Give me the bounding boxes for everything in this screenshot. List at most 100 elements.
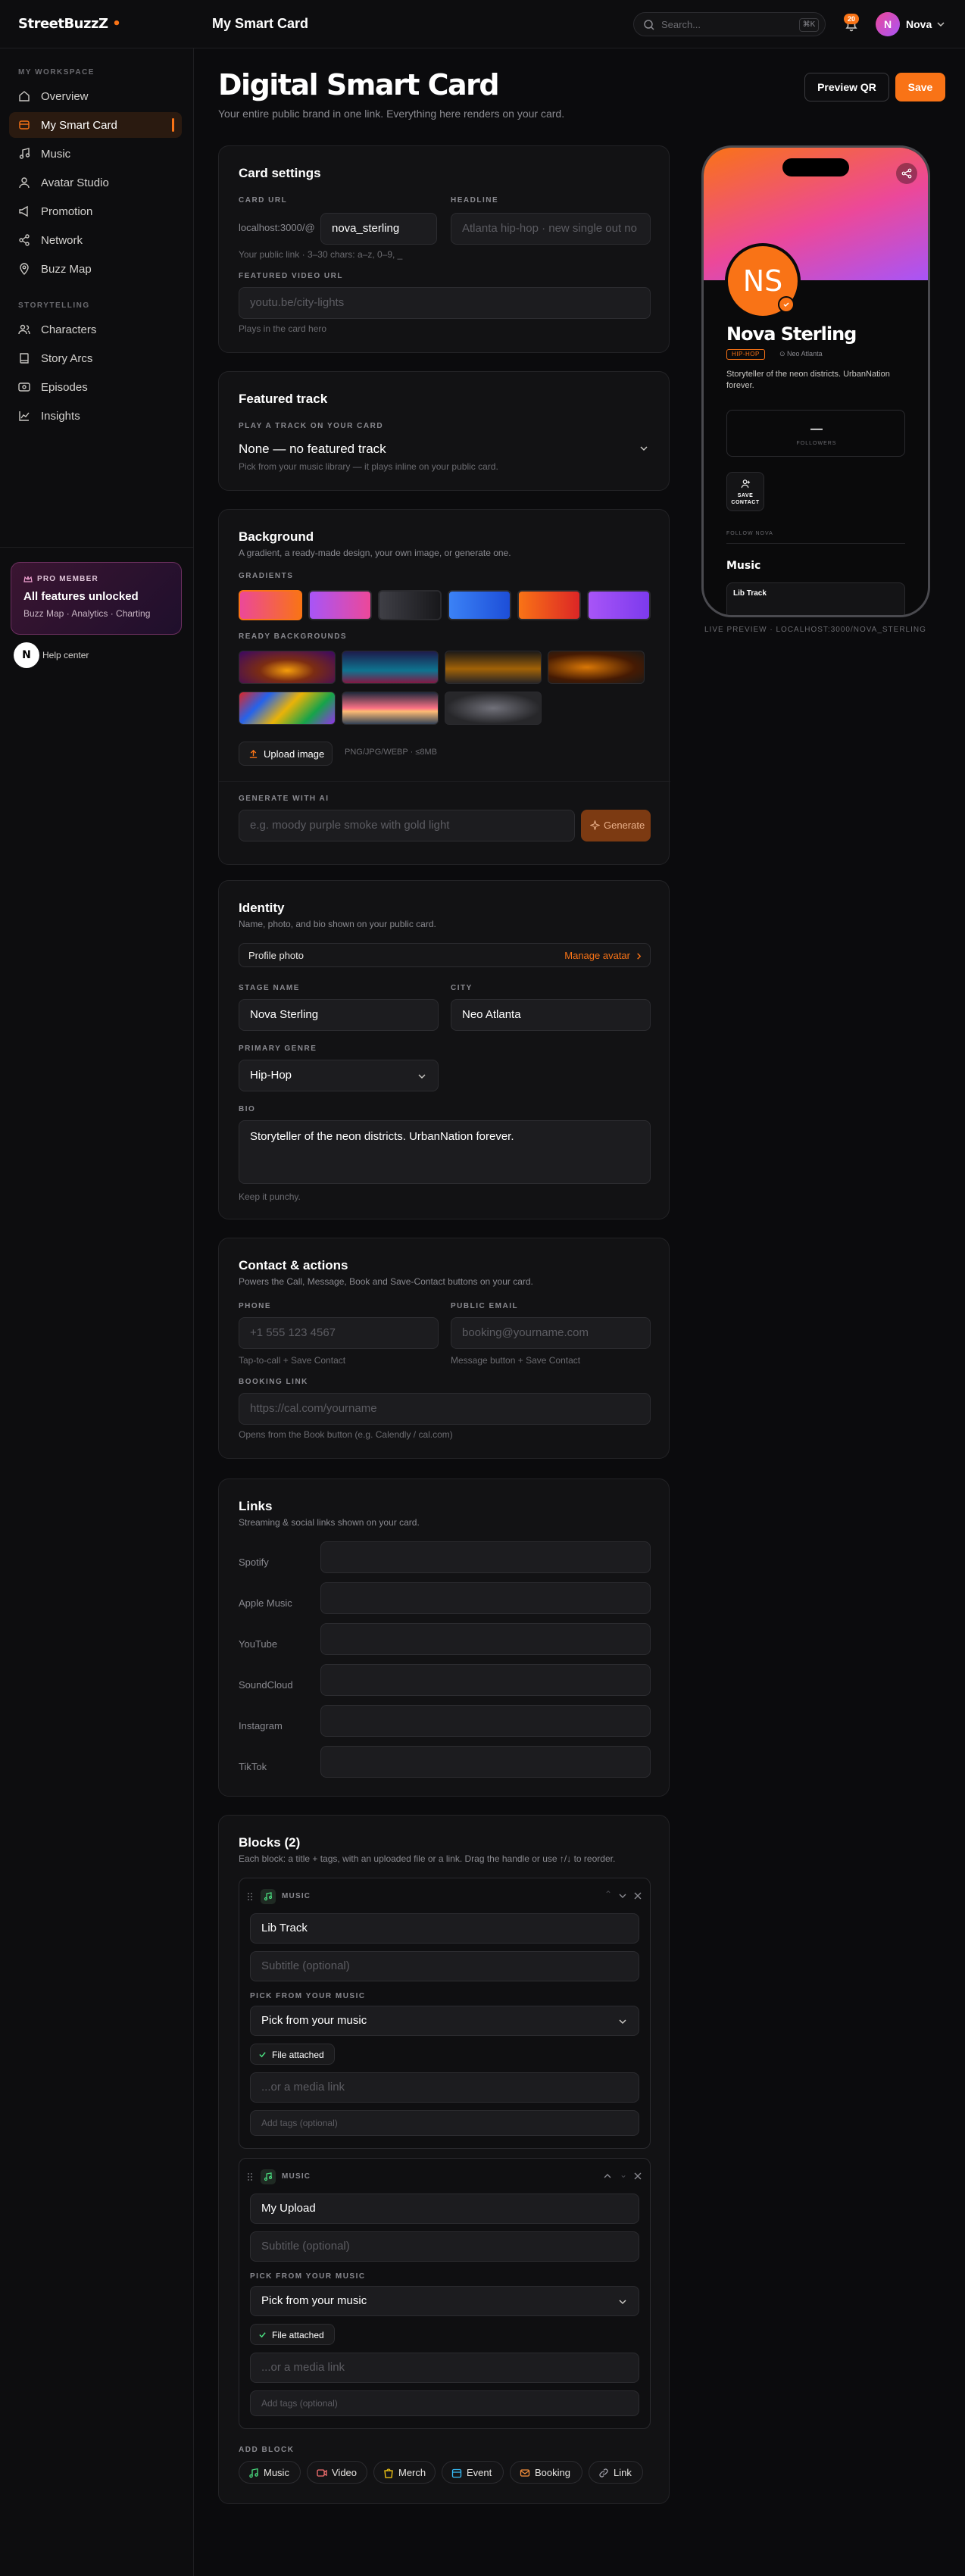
pick-music-select[interactable]: Pick from your music bbox=[250, 2286, 639, 2316]
link-input-instagram[interactable] bbox=[320, 1705, 651, 1737]
media-link-input[interactable]: ...or a media link bbox=[250, 2072, 639, 2103]
ready-background-stage-lights[interactable] bbox=[445, 651, 542, 684]
file-attached-chip[interactable]: File attached bbox=[250, 2044, 335, 2065]
add-music-block-button[interactable]: Music bbox=[239, 2461, 301, 2484]
sidebar-item-network[interactable]: Network bbox=[9, 227, 182, 253]
gradient-swatch[interactable] bbox=[239, 590, 302, 620]
add-video-block-button[interactable]: Video bbox=[307, 2461, 367, 2484]
user-menu[interactable]: N Nova bbox=[876, 12, 948, 36]
pick-music-select[interactable]: Pick from your music bbox=[250, 2006, 639, 2036]
stage-name-input[interactable]: Nova Sterling bbox=[239, 999, 439, 1031]
sidebar-item-my-smart-card[interactable]: My Smart Card bbox=[9, 112, 182, 138]
active-indicator bbox=[172, 118, 174, 132]
link-input-apple-music[interactable] bbox=[320, 1582, 651, 1614]
background-section: Background A gradient, a ready-made desi… bbox=[218, 509, 670, 865]
card-url-input[interactable]: nova_sterling bbox=[320, 213, 437, 245]
chevron-up-icon[interactable] bbox=[603, 2172, 612, 2181]
ready-background-gold-swirl[interactable] bbox=[239, 651, 336, 684]
gradient-swatch[interactable] bbox=[448, 590, 511, 620]
move-up-button[interactable]: ⌃ bbox=[604, 1889, 612, 1900]
link-input-tiktok[interactable] bbox=[320, 1746, 651, 1778]
sidebar-item-promotion[interactable]: Promotion bbox=[9, 198, 182, 224]
ready-background-sunset[interactable] bbox=[342, 692, 439, 725]
music-note-icon bbox=[264, 2172, 273, 2181]
notification-count: 20 bbox=[844, 14, 859, 24]
block-title-input[interactable]: My Upload bbox=[250, 2194, 639, 2224]
city-input[interactable]: Neo Atlanta bbox=[451, 999, 651, 1031]
help-center-link[interactable]: N Help center bbox=[14, 642, 135, 668]
move-down-button[interactable]: ⌄ bbox=[620, 2169, 627, 2180]
gradient-swatch[interactable] bbox=[308, 590, 372, 620]
gradient-swatch[interactable] bbox=[587, 590, 651, 620]
manage-avatar-link[interactable]: Manage avatar bbox=[564, 950, 630, 961]
sidebar-item-buzz-map[interactable]: Buzz Map bbox=[9, 256, 182, 282]
preview-divider bbox=[726, 543, 905, 544]
bio-textarea[interactable]: Storyteller of the neon districts. Urban… bbox=[239, 1120, 651, 1184]
block-subtitle-input[interactable]: Subtitle (optional) bbox=[250, 2231, 639, 2262]
close-icon[interactable] bbox=[633, 2172, 642, 2181]
file-attached-chip[interactable]: File attached bbox=[250, 2324, 335, 2345]
email-input[interactable]: booking@yourname.com bbox=[451, 1317, 651, 1349]
gradient-swatch[interactable] bbox=[517, 590, 581, 620]
page-title: Digital Smart Card bbox=[218, 68, 500, 101]
mail-icon bbox=[520, 2469, 530, 2477]
video-url-input[interactable]: youtu.be/city-lights bbox=[239, 287, 651, 319]
ai-label: GENERATE WITH AI bbox=[239, 795, 329, 803]
link-input-youtube[interactable] bbox=[320, 1623, 651, 1655]
sidebar-item-avatar-studio[interactable]: Avatar Studio bbox=[9, 170, 182, 195]
sidebar-item-story-arcs[interactable]: Story Arcs bbox=[9, 345, 182, 371]
media-link-input[interactable]: ...or a media link bbox=[250, 2353, 639, 2383]
sidebar-item-insights[interactable]: Insights bbox=[9, 403, 182, 429]
block-subtitle-input[interactable]: Subtitle (optional) bbox=[250, 1951, 639, 1981]
sidebar-item-characters[interactable]: Characters bbox=[9, 317, 182, 342]
file-attached-label: File attached bbox=[272, 2330, 324, 2340]
add-merch-block-button[interactable]: Merch bbox=[373, 2461, 436, 2484]
ready-background-gold-smoke[interactable] bbox=[548, 651, 645, 684]
save-button[interactable]: Save bbox=[895, 73, 945, 101]
add-booking-block-button[interactable]: Booking bbox=[510, 2461, 582, 2484]
tags-input[interactable]: Add tags (optional) bbox=[250, 2110, 639, 2136]
film-icon bbox=[18, 382, 30, 392]
preview-track-title: Lib Track bbox=[733, 589, 767, 598]
calendar-icon bbox=[451, 2468, 462, 2478]
link-input-soundcloud[interactable] bbox=[320, 1664, 651, 1696]
ready-background-graffiti[interactable] bbox=[239, 692, 336, 725]
block-card: MUSIC ⌃ Lib Track Subtitle (optional) PI… bbox=[239, 1878, 651, 2149]
chevron-down-icon bbox=[619, 2300, 626, 2305]
upload-image-button[interactable]: Upload image bbox=[239, 742, 333, 766]
preview-track-card[interactable]: Lib Track bbox=[726, 582, 905, 615]
chevron-down-icon[interactable] bbox=[618, 1891, 627, 1900]
ready-background-neon-city[interactable] bbox=[342, 651, 439, 684]
sidebar-item-episodes[interactable]: Episodes bbox=[9, 374, 182, 400]
preview-share-button[interactable] bbox=[896, 163, 917, 184]
brand-logo[interactable]: StreetBuzzZ • bbox=[18, 16, 121, 32]
save-contact-button[interactable]: SAVE CONTACT bbox=[726, 472, 764, 511]
phone-input[interactable]: +1 555 123 4567 bbox=[239, 1317, 439, 1349]
close-icon[interactable] bbox=[633, 1891, 642, 1900]
genre-select[interactable]: Hip-Hop bbox=[239, 1060, 439, 1091]
booking-input[interactable]: https://cal.com/yourname bbox=[239, 1393, 651, 1425]
featured-track-select[interactable]: None — no featured track bbox=[239, 437, 651, 460]
sidebar-item-label: Buzz Map bbox=[41, 263, 92, 276]
add-link-block-button[interactable]: Link bbox=[589, 2461, 643, 2484]
ready-background-smoke[interactable] bbox=[445, 692, 542, 725]
add-block-label: Event bbox=[467, 2467, 492, 2478]
search-input[interactable]: Search... ⌘K bbox=[633, 12, 826, 36]
follow-label[interactable]: FOLLOW NOVA bbox=[726, 531, 773, 536]
tags-input[interactable]: Add tags (optional) bbox=[250, 2390, 639, 2416]
headline-input[interactable]: Atlanta hip-hop · new single out no bbox=[451, 213, 651, 245]
generate-button[interactable]: Generate bbox=[581, 810, 651, 841]
drag-handle-icon[interactable] bbox=[247, 1892, 253, 1901]
ai-prompt-input[interactable]: e.g. moody purple smoke with gold light bbox=[239, 810, 575, 841]
gradient-swatch[interactable] bbox=[378, 590, 442, 620]
sidebar-item-overview[interactable]: Overview bbox=[9, 83, 182, 109]
live-preview-url: LIVE PREVIEW · LOCALHOST:3000/NOVA_STERL… bbox=[704, 626, 926, 634]
link-input-spotify[interactable] bbox=[320, 1541, 651, 1573]
sidebar-item-label: Characters bbox=[41, 323, 97, 336]
drag-handle-icon[interactable] bbox=[247, 2172, 253, 2181]
add-event-block-button[interactable]: Event bbox=[442, 2461, 504, 2484]
sidebar-item-music[interactable]: Music bbox=[9, 141, 182, 167]
preview-qr-button[interactable]: Preview QR bbox=[804, 73, 889, 101]
block-title-input[interactable]: Lib Track bbox=[250, 1913, 639, 1944]
sidebar-item-label: Story Arcs bbox=[41, 352, 93, 365]
